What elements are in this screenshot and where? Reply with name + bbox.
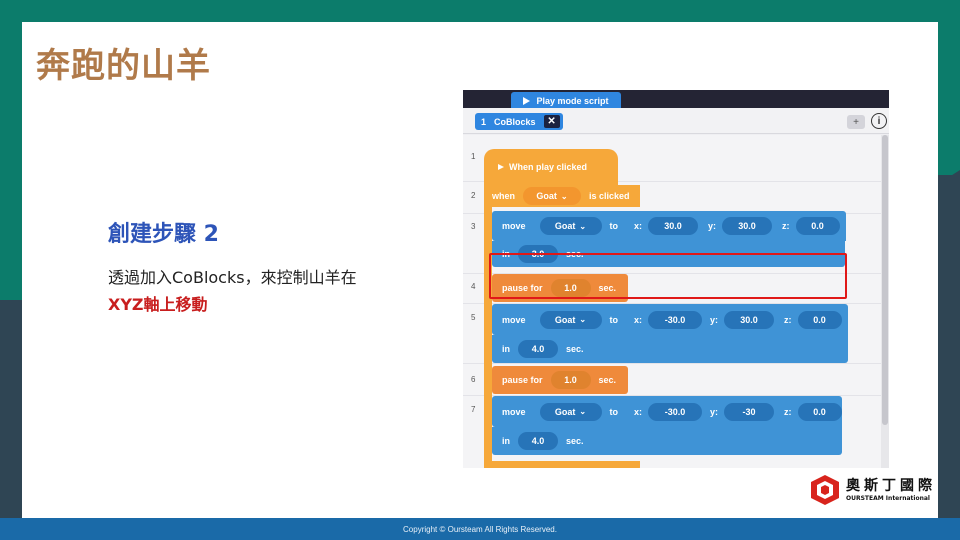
add-tab-button[interactable]: + — [847, 115, 865, 129]
x-input[interactable]: 30.0 — [648, 217, 699, 235]
play-mode-script-tab[interactable]: Play mode script — [511, 92, 621, 109]
event-block-spine — [484, 185, 492, 468]
object-dropdown[interactable]: Goat ⌄ — [539, 217, 602, 235]
chevron-down-icon: ⌄ — [579, 221, 587, 231]
is-clicked-label: is clicked — [589, 191, 630, 201]
line-number: 7 — [471, 405, 476, 414]
pause-input[interactable]: 1.0 — [550, 371, 591, 389]
info-icon[interactable]: i — [871, 113, 887, 129]
pause-block-2[interactable]: pause for 1.0 sec. — [492, 366, 628, 394]
slide-title: 奔跑的山羊 — [36, 46, 211, 86]
x-label: x: — [634, 406, 643, 417]
tab-label: CoBlocks — [494, 116, 536, 127]
in-label: in — [502, 344, 510, 354]
copyright-text: Copyright © Oursteam All Rights Reserved… — [403, 524, 557, 534]
chevron-down-icon: ⌄ — [579, 407, 587, 416]
line-number: 2 — [471, 191, 476, 200]
x-input[interactable]: -30.0 — [648, 310, 703, 329]
when-play-clicked-block[interactable]: When play clicked — [484, 149, 618, 185]
coblocks-screenshot: Play mode script 1 CoBlocks ✕ + i 1 2 3 … — [463, 90, 889, 468]
line-number: 1 — [471, 152, 476, 161]
z-label: z: — [784, 406, 792, 417]
chevron-down-icon: ⌄ — [560, 191, 568, 201]
footer: Copyright © Oursteam All Rights Reserved… — [0, 518, 960, 540]
x-input[interactable]: -30.0 — [648, 402, 703, 421]
logo-text: 奧斯丁國際 OURSTEAM International — [846, 478, 936, 503]
step-description-highlight: XYZ軸上移動 — [108, 295, 208, 314]
top-band — [0, 0, 960, 22]
sec-label: sec. — [566, 344, 584, 354]
chevron-down-icon: ⌄ — [579, 315, 587, 324]
object-dropdown[interactable]: Goat ⌄ — [539, 310, 602, 329]
logo-name-en: OURSTEAM International — [846, 494, 930, 502]
line-number: 5 — [471, 313, 476, 322]
code-editor[interactable]: 1 2 3 4 5 6 7 When play clicked when Goa… — [463, 135, 889, 468]
move-label: move — [502, 406, 526, 417]
to-label: to — [609, 314, 619, 325]
editor-scrollbar[interactable] — [881, 135, 889, 468]
sec-label: sec. — [566, 436, 584, 446]
step-heading: 創建步驟 2 — [108, 222, 219, 247]
move-block-3[interactable]: move Goat ⌄ to x: -30.0 y: -30 z: 0.0 — [492, 396, 842, 427]
close-icon[interactable]: ✕ — [543, 115, 560, 128]
event-block-footer — [484, 461, 640, 468]
move-block-2[interactable]: move Goat ⌄ to x: -30.0 y: 30.0 z: 0.0 — [492, 304, 848, 335]
right-band — [938, 0, 960, 175]
y-label: y: — [710, 406, 719, 417]
y-input[interactable]: -30 — [724, 402, 775, 421]
logo-name-cn: 奧斯丁國際 — [846, 477, 936, 494]
object-dropdown[interactable]: Goat ⌄ — [523, 187, 582, 205]
z-input[interactable]: 0.0 — [797, 310, 842, 329]
x-label: x: — [634, 314, 643, 325]
when-object-clicked-block[interactable]: when Goat ⌄ is clicked — [484, 185, 640, 207]
sec-label: sec. — [598, 375, 617, 385]
line-number: 3 — [471, 222, 476, 231]
z-label: z: — [782, 221, 790, 231]
z-input[interactable]: 0.0 — [795, 217, 840, 235]
to-label: to — [609, 406, 619, 417]
play-mode-script-label: Play mode script — [536, 95, 609, 106]
right-diagonal — [938, 170, 960, 184]
move-block-3-duration[interactable]: in 4.0 sec. — [492, 427, 842, 455]
y-input[interactable]: 30.0 — [722, 217, 773, 235]
move-label: move — [502, 221, 526, 231]
step-description-line1: 透過加入CoBlocks，來控制山羊在 — [108, 268, 357, 287]
in-label: in — [502, 436, 510, 446]
cube-logo-icon — [811, 475, 839, 505]
z-label: z: — [784, 314, 792, 325]
z-input[interactable]: 0.0 — [797, 402, 842, 421]
line-separator — [463, 363, 889, 364]
object-name: Goat — [554, 406, 576, 417]
object-dropdown[interactable]: Goat ⌄ — [539, 402, 602, 421]
duration-input[interactable]: 4.0 — [518, 432, 558, 450]
duration-input[interactable]: 4.0 — [518, 340, 558, 358]
step-description: 透過加入CoBlocks，來控制山羊在 XYZ軸上移動 — [108, 264, 428, 318]
company-logo: 奧斯丁國際 OURSTEAM International — [810, 474, 936, 506]
object-name: Goat — [554, 314, 576, 325]
right-dark-band — [938, 175, 960, 520]
script-tabbar: 1 CoBlocks ✕ + i — [463, 108, 889, 134]
y-input[interactable]: 30.0 — [724, 310, 775, 329]
line-number: 6 — [471, 375, 476, 384]
move-block-1[interactable]: move Goat ⌄ to x: 30.0 y: 30.0 z: 0.0 — [492, 211, 846, 241]
when-play-clicked-label: When play clicked — [509, 162, 588, 172]
x-label: x: — [634, 221, 643, 231]
pause-label: pause for — [502, 375, 543, 385]
to-label: to — [609, 221, 619, 231]
left-dark-band — [0, 300, 22, 520]
play-icon — [498, 164, 504, 170]
when-label: when — [492, 191, 516, 201]
y-label: y: — [710, 314, 719, 325]
line-number: 4 — [471, 282, 476, 291]
move-label: move — [502, 314, 526, 325]
highlight-box — [489, 253, 847, 299]
coblocks-tab[interactable]: 1 CoBlocks ✕ — [475, 113, 563, 130]
object-name: Goat — [536, 191, 557, 201]
move-block-2-duration[interactable]: in 4.0 sec. — [492, 335, 848, 363]
tab-number: 1 — [481, 116, 487, 127]
left-diagonal — [0, 240, 22, 300]
play-icon — [523, 96, 531, 105]
y-label: y: — [708, 221, 717, 231]
object-name: Goat — [554, 221, 576, 231]
